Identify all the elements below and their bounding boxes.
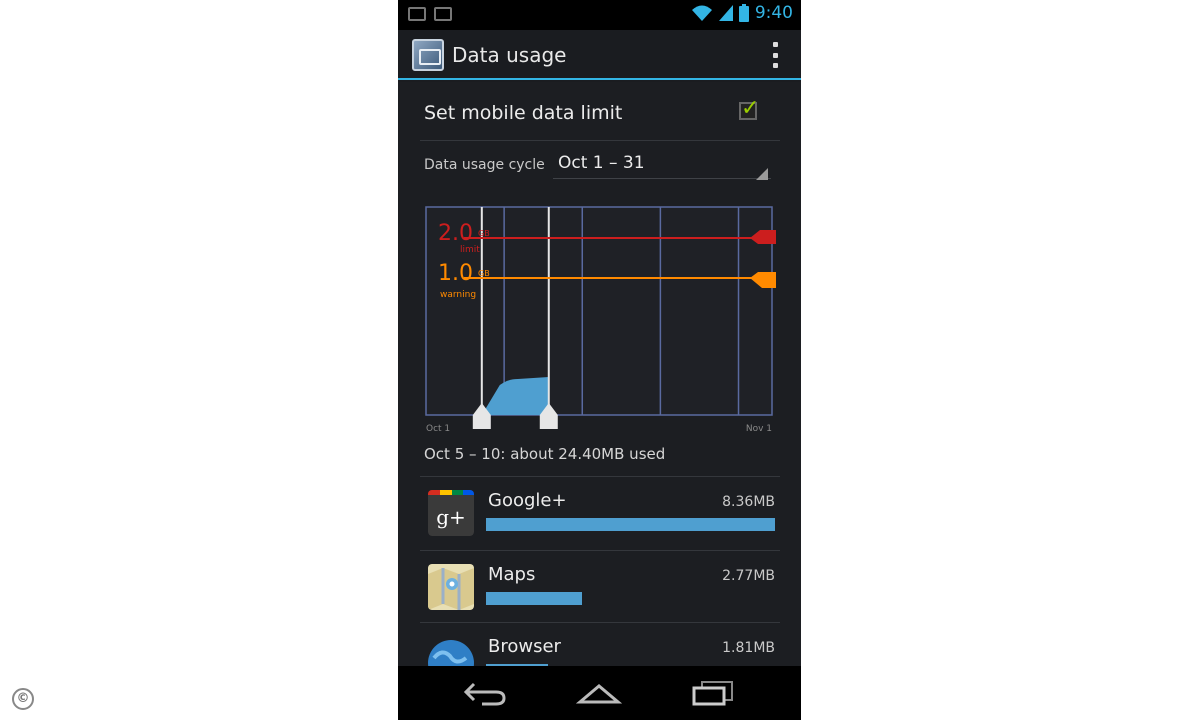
data-usage-chart: 2.0 GB limit 1.0 GB warning Oct 1 Nov 1 [425, 206, 776, 434]
x-end-label: Nov 1 [746, 424, 772, 434]
copyright-watermark: © [12, 688, 34, 710]
app-row-maps[interactable]: Maps 2.77MB [398, 552, 801, 626]
home-icon[interactable] [576, 680, 622, 706]
data-usage-chart-container: 2.0 GB limit 1.0 GB warning Oct 1 Nov 1 [424, 205, 776, 435]
set-mobile-data-limit-row[interactable]: Set mobile data limit [398, 82, 801, 140]
usage-summary: Oct 5 – 10: about 24.40MB used [424, 445, 666, 463]
back-icon[interactable] [462, 680, 508, 706]
signal-icon [718, 5, 733, 21]
wifi-icon [691, 5, 712, 21]
warning-unit-label: GB [478, 269, 490, 278]
overflow-menu-icon[interactable] [771, 42, 779, 68]
app-row-google-plus[interactable]: g+ Google+ 8.36MB [398, 478, 801, 552]
app-name: Google+ [488, 490, 567, 511]
app-usage-bar [486, 592, 582, 605]
data-usage-cycle-spinner[interactable]: Oct 1 – 31 [558, 153, 645, 173]
status-time: 9:40 [754, 3, 793, 23]
page-title: Data usage [452, 43, 567, 67]
app-name: Maps [488, 564, 536, 585]
divider [420, 550, 780, 551]
navigation-bar [398, 666, 801, 720]
divider [420, 622, 780, 623]
x-start-label: Oct 1 [426, 424, 450, 434]
data-usage-content: Set mobile data limit Data usage cycle O… [398, 82, 801, 682]
spinner-arrow-icon[interactable] [756, 168, 768, 180]
app-name: Browser [488, 636, 561, 657]
limit-value-label: 2.0 [438, 221, 473, 246]
settings-app-icon[interactable] [412, 39, 444, 71]
app-data-size: 2.77MB [722, 568, 775, 584]
limit-text-label: limit [460, 245, 480, 255]
app-usage-bar [486, 518, 775, 531]
warning-value-label: 1.0 [438, 261, 473, 286]
maps-icon [428, 564, 474, 610]
limit-unit-label: GB [478, 229, 490, 238]
message-notification-icon [434, 7, 452, 21]
battery-icon [738, 4, 749, 22]
app-data-size: 1.81MB [722, 640, 775, 656]
google-plus-icon: g+ [428, 490, 474, 536]
phone-screen: 9:40 Data usage Set mobile data limit Da… [398, 0, 801, 720]
svg-text:g+: g+ [436, 505, 466, 529]
divider [420, 476, 780, 477]
screenshot-canvas: 9:40 Data usage Set mobile data limit Da… [0, 0, 1200, 720]
set-mobile-data-limit-label: Set mobile data limit [424, 102, 623, 124]
data-usage-cycle-label: Data usage cycle [424, 157, 545, 173]
app-data-size: 8.36MB [722, 494, 775, 510]
spinner-underline [553, 178, 771, 179]
recent-apps-icon[interactable] [690, 680, 736, 706]
action-bar: Data usage [398, 30, 801, 80]
status-bar: 9:40 [398, 0, 801, 30]
set-mobile-data-limit-checkbox[interactable] [739, 96, 759, 121]
data-usage-cycle-row[interactable]: Data usage cycle Oct 1 – 31 [398, 141, 801, 185]
warning-text-label: warning [440, 290, 476, 300]
image-notification-icon [408, 7, 426, 21]
